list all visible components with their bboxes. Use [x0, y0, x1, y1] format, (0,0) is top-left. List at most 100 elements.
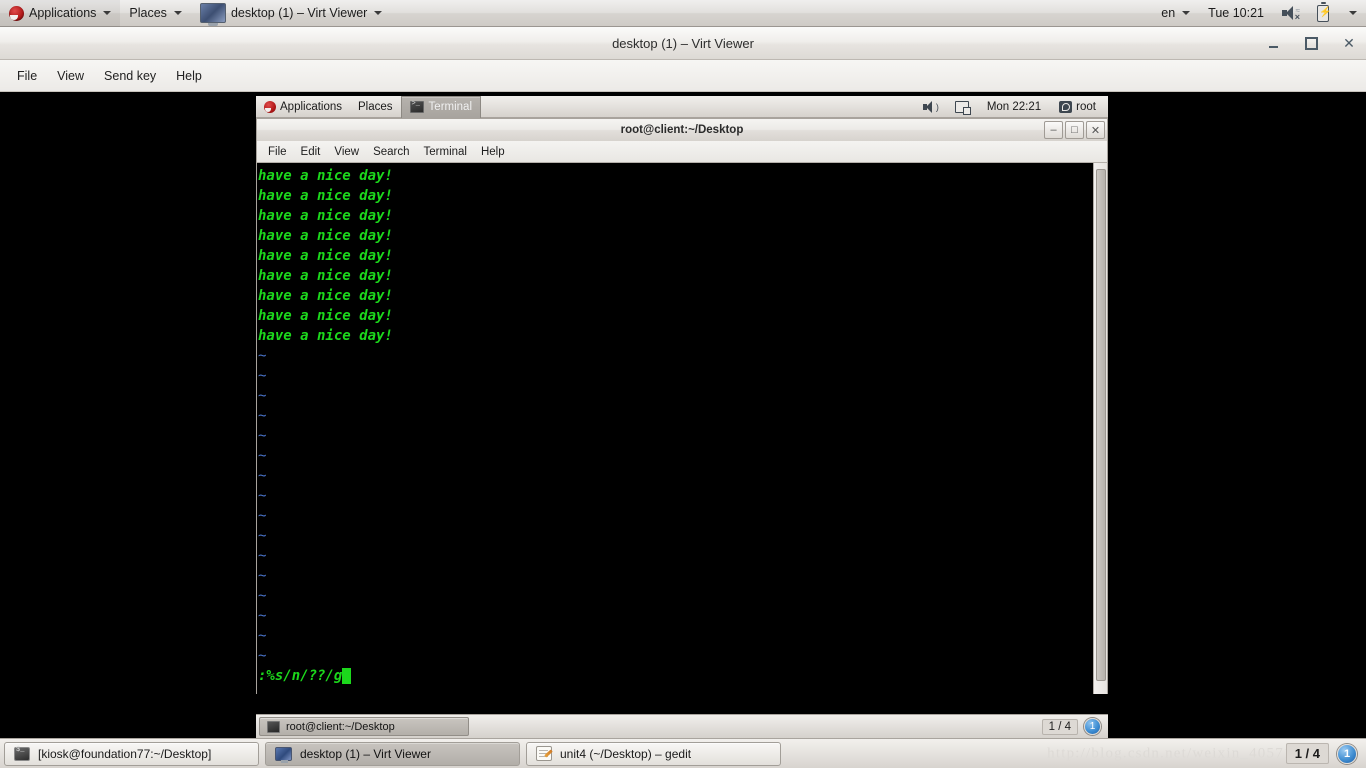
chevron-down-icon	[1349, 11, 1357, 15]
terminal-menu-view[interactable]: View	[327, 143, 366, 161]
vim-empty-line-marker: ~	[258, 428, 267, 444]
guest-clock-label: Mon 22:21	[986, 100, 1042, 113]
speaker-muted-icon: ≈ ×	[1282, 6, 1300, 22]
vim-empty-line-marker: ~	[258, 448, 267, 464]
guest-desktop-viewport[interactable]: Applications Places Terminal ) Mo	[256, 96, 1108, 738]
host-top-panel: Applications Places desktop (1) – Virt V…	[0, 0, 1366, 27]
user-icon	[1059, 100, 1073, 113]
taskbar-item-gedit[interactable]: unit4 (~/Desktop) – gedit	[526, 741, 781, 766]
terminal-line: have a nice day!	[258, 288, 393, 304]
guest-taskbar: root@client:~/Desktop 1 / 4 1	[256, 714, 1108, 738]
guest-workspace-indicator[interactable]: 1 / 4	[1041, 718, 1078, 735]
host-places-label: Places	[129, 6, 167, 20]
vim-empty-line-marker: ~	[258, 348, 267, 364]
host-applications-menu[interactable]: Applications	[0, 0, 121, 27]
virt-viewer-window-controls: ✕	[1264, 27, 1358, 60]
terminal-line: have a nice day!	[258, 168, 393, 184]
vim-command-line[interactable]: :%s/n/??/g	[258, 666, 1093, 686]
host-taskbar-right: http://blog.csdn.net/weixin_4057167 1 / …	[1047, 743, 1362, 764]
host-taskbar: [kiosk@foundation77:~/Desktop] desktop (…	[0, 738, 1366, 768]
terminal-window: root@client:~/Desktop – □ ✕ File Edit Vi…	[256, 118, 1108, 714]
guest-top-panel: Applications Places Terminal ) Mo	[256, 96, 1108, 118]
battery-button[interactable]	[1308, 0, 1338, 27]
minimize-button[interactable]	[1264, 35, 1282, 53]
host-clock[interactable]: Tue 10:21	[1199, 0, 1273, 27]
guest-places-menu[interactable]: Places	[350, 96, 401, 118]
speaker-icon: )	[922, 100, 939, 113]
vim-empty-line-marker: ~	[258, 368, 267, 384]
vim-empty-line-marker: ~	[258, 568, 267, 584]
volume-muted-button[interactable]: ≈ ×	[1273, 0, 1308, 27]
guest-panel-tray: ) Mon 22:21 root	[915, 96, 1108, 118]
terminal-menu-edit[interactable]: Edit	[294, 143, 328, 161]
terminal-menu-search[interactable]: Search	[366, 143, 416, 161]
virt-viewer-titlebar[interactable]: desktop (1) – Virt Viewer ✕	[0, 27, 1366, 60]
terminal-text-area[interactable]: have a nice day! have a nice day! have a n…	[257, 163, 1093, 694]
terminal-line: have a nice day!	[258, 268, 393, 284]
chevron-down-icon	[1182, 11, 1191, 15]
guest-clock[interactable]: Mon 22:21	[979, 96, 1049, 118]
terminal-icon	[409, 100, 424, 113]
terminal-line: have a nice day!	[258, 308, 393, 324]
guest-network-button[interactable]	[947, 96, 977, 118]
host-applications-label: Applications	[29, 6, 97, 20]
vim-empty-line-marker: ~	[258, 508, 267, 524]
terminal-minimize-button[interactable]: –	[1044, 121, 1063, 139]
chevron-down-icon	[374, 11, 383, 15]
text-cursor	[342, 668, 352, 684]
guest-active-window-label: Terminal	[428, 101, 473, 113]
vim-empty-line-marker: ~	[258, 548, 267, 564]
guest-taskbar-right: 1 / 4 1	[1041, 718, 1105, 735]
guest-volume-button[interactable]: )	[915, 96, 945, 118]
terminal-menu-file[interactable]: File	[261, 143, 294, 161]
guest-places-label: Places	[358, 100, 393, 113]
menu-help[interactable]: Help	[167, 65, 211, 87]
screen: Applications Places desktop (1) – Virt V…	[0, 0, 1366, 768]
terminal-scrollbar[interactable]	[1093, 163, 1107, 694]
terminal-icon	[267, 720, 280, 733]
fedora-logo-icon	[9, 5, 24, 21]
host-workspace-badge[interactable]: 1	[1337, 743, 1357, 764]
virt-viewer-icon	[275, 746, 292, 763]
host-places-menu[interactable]: Places	[120, 0, 191, 27]
virt-viewer-menubar: File View Send key Help	[0, 60, 1366, 92]
taskbar-item-terminal[interactable]: [kiosk@foundation77:~/Desktop]	[4, 741, 259, 766]
menu-send-key[interactable]: Send key	[95, 65, 165, 87]
guest-taskbar-window-button[interactable]: root@client:~/Desktop	[259, 717, 469, 736]
host-workspace-indicator[interactable]: 1 / 4	[1285, 743, 1329, 764]
taskbar-item-virt-viewer[interactable]: desktop (1) – Virt Viewer	[265, 741, 520, 766]
terminal-body[interactable]: have a nice day! have a nice day! have a n…	[256, 163, 1108, 694]
host-window-menu[interactable]: desktop (1) – Virt Viewer	[191, 0, 391, 27]
terminal-scrollbar-thumb[interactable]	[1096, 169, 1106, 681]
terminal-line: have a nice day!	[258, 328, 393, 344]
battery-charging-icon	[1317, 1, 1331, 22]
terminal-close-button[interactable]: ✕	[1086, 121, 1105, 139]
guest-workspace-badge[interactable]: 1	[1084, 718, 1101, 735]
terminal-menu-terminal[interactable]: Terminal	[417, 143, 474, 161]
vim-empty-line-marker: ~	[258, 388, 267, 404]
keyboard-layout-indicator[interactable]: en	[1152, 0, 1199, 27]
menu-file[interactable]: File	[8, 65, 46, 87]
network-icon	[954, 100, 971, 115]
terminal-window-controls: – □ ✕	[1044, 121, 1105, 139]
guest-user-menu[interactable]: root	[1051, 96, 1104, 118]
terminal-line: have a nice day!	[258, 188, 393, 204]
terminal-line: have a nice day!	[258, 248, 393, 264]
taskbar-item-terminal-label: [kiosk@foundation77:~/Desktop]	[38, 746, 212, 761]
guest-applications-menu[interactable]: Applications	[256, 96, 350, 118]
menu-view[interactable]: View	[48, 65, 93, 87]
vim-empty-line-marker: ~	[258, 628, 267, 644]
terminal-menu-help[interactable]: Help	[474, 143, 512, 161]
system-menu-button[interactable]	[1338, 0, 1366, 27]
host-window-menu-label: desktop (1) – Virt Viewer	[230, 6, 368, 20]
vim-empty-line-marker: ~	[258, 608, 267, 624]
guest-taskbar-window-label: root@client:~/Desktop	[286, 720, 395, 733]
maximize-button[interactable]	[1302, 35, 1320, 53]
terminal-maximize-button[interactable]: □	[1065, 121, 1084, 139]
vim-empty-line-marker: ~	[258, 648, 267, 664]
keyboard-layout-label: en	[1161, 6, 1176, 20]
guest-window-button-terminal[interactable]: Terminal	[400, 96, 482, 118]
close-button[interactable]: ✕	[1340, 35, 1358, 53]
gedit-icon	[536, 746, 552, 761]
terminal-titlebar[interactable]: root@client:~/Desktop – □ ✕	[256, 118, 1108, 141]
